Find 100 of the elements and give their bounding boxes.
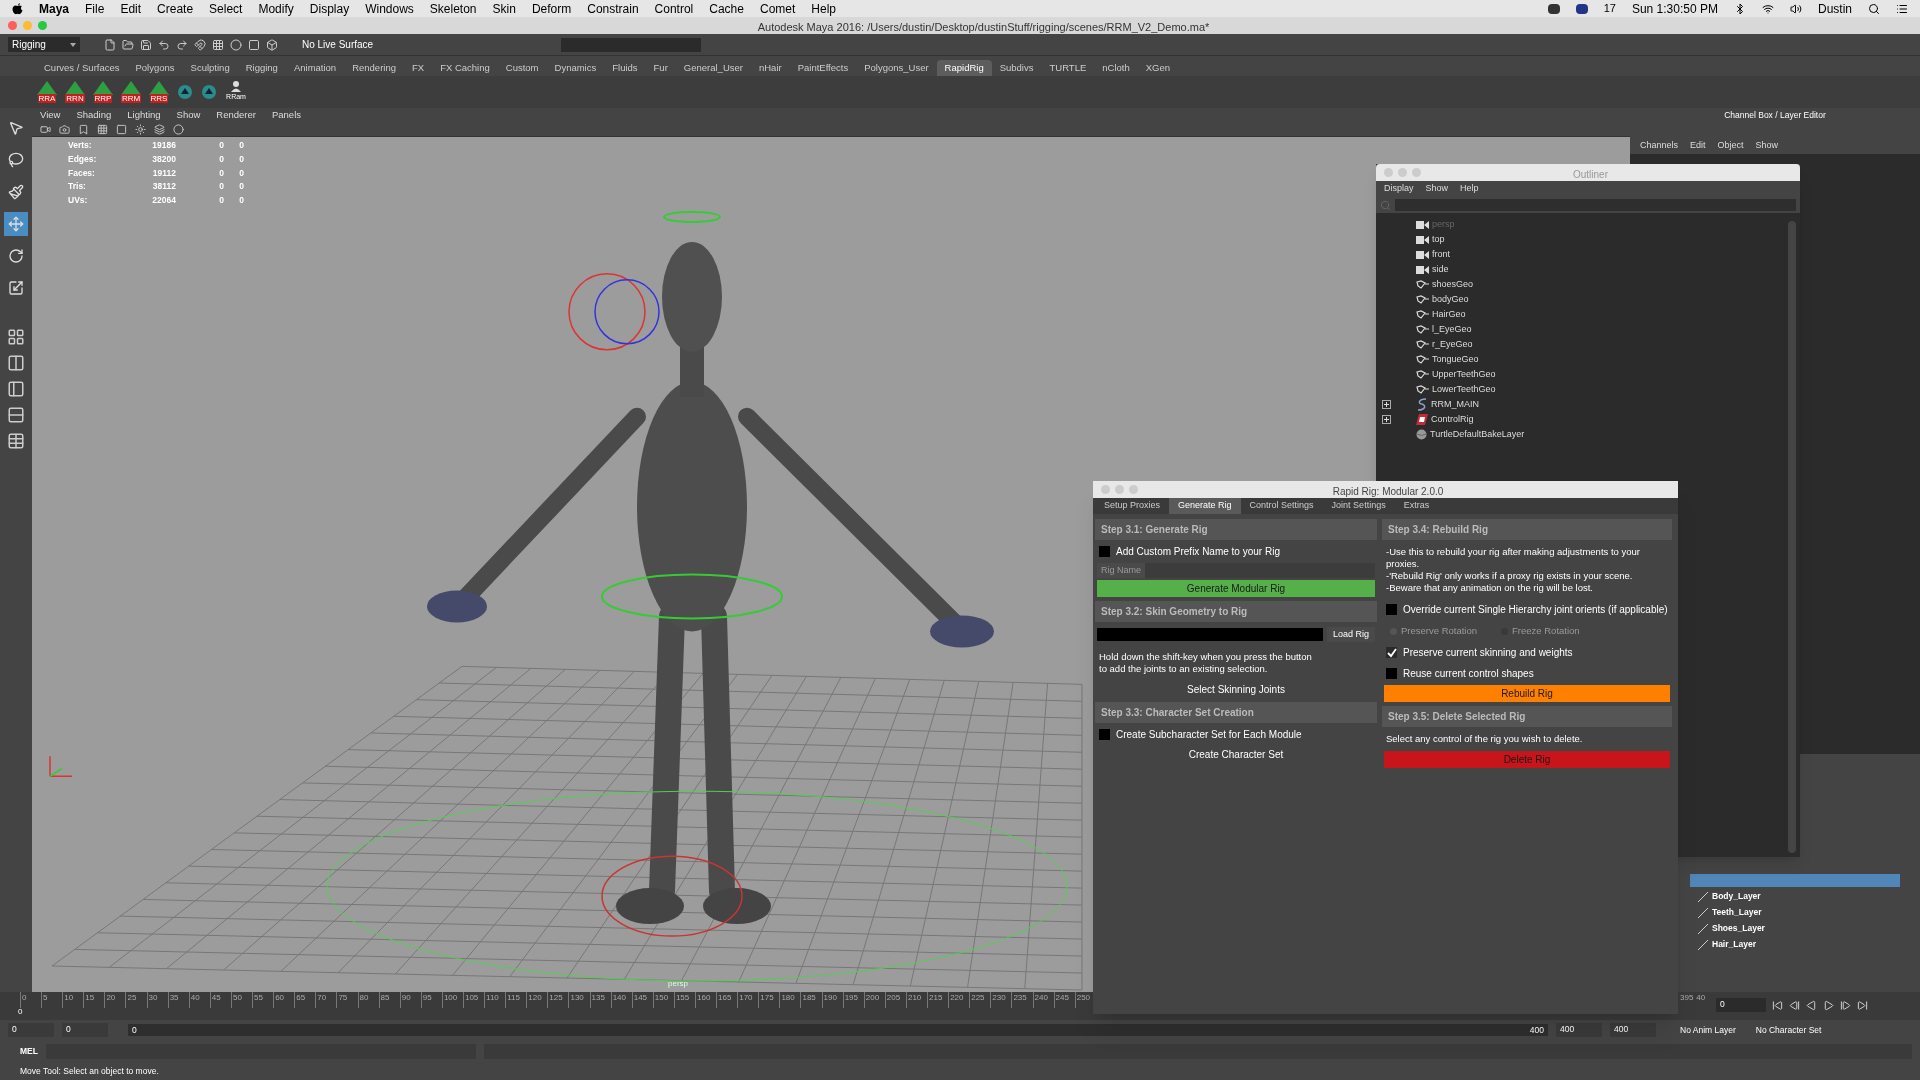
menu-item[interactable]: Skeleton [429, 0, 477, 18]
menu-item[interactable]: Select [209, 0, 243, 18]
panel-menu-item[interactable]: View [40, 107, 61, 123]
shelf-tab[interactable]: Polygons [127, 60, 183, 76]
playback-start-field[interactable]: 0 [62, 1023, 108, 1037]
bookmark-icon[interactable] [78, 123, 89, 135]
menu-item[interactable]: Create [157, 0, 194, 18]
shelf-tab[interactable]: nCloth [1094, 60, 1138, 76]
panel-menu-item[interactable]: Show [176, 107, 201, 123]
panel-menu-item[interactable]: Lighting [127, 107, 161, 123]
shelf-tab[interactable]: RapidRig [936, 60, 992, 76]
circle-icon[interactable] [230, 38, 242, 51]
app-menu[interactable]: Maya [39, 0, 70, 18]
current-frame-field[interactable]: 0 [1716, 998, 1766, 1012]
user-name[interactable]: Dustin [1818, 0, 1852, 18]
input-field[interactable] [561, 37, 702, 52]
panel-menu-item[interactable]: Channels [1640, 139, 1679, 153]
square-icon[interactable] [116, 123, 127, 135]
undo-icon[interactable] [158, 38, 170, 51]
step-back-icon[interactable] [1789, 999, 1800, 1011]
clock-text[interactable]: Sun 1:30:50 PM [1631, 0, 1718, 18]
shelf-tab[interactable]: Subdivs [991, 60, 1042, 76]
expand-icon[interactable] [1381, 415, 1391, 424]
shelf-tab[interactable]: Fluids [604, 60, 646, 76]
tab[interactable]: Extras [1394, 498, 1439, 514]
wifi-icon[interactable] [1762, 2, 1774, 15]
menu-item[interactable]: Display [309, 0, 350, 18]
menu-item[interactable]: File [85, 0, 105, 18]
outliner-item[interactable]: TurtleDefaultBakeLayer [1430, 427, 1525, 442]
outliner-item[interactable]: RRM_MAIN [1431, 397, 1479, 412]
outliner-item[interactable]: l_EyeGeo [1432, 322, 1472, 337]
grid-icon[interactable] [97, 123, 108, 135]
outliner-item[interactable]: bodyGeo [1432, 292, 1469, 307]
layer-row[interactable]: Shoes_Layer [1690, 922, 1900, 935]
shelf-tab[interactable]: Polygons_User [856, 60, 937, 76]
two-columns-icon[interactable] [7, 354, 25, 372]
step-forward-icon[interactable] [1840, 999, 1851, 1011]
play-reverse-icon[interactable] [1806, 999, 1817, 1011]
shelf-tool-icon[interactable] [200, 83, 218, 101]
outliner-item[interactable]: ControlRig [1431, 412, 1474, 427]
panel-menu-item[interactable]: Renderer [216, 107, 256, 123]
tab[interactable]: Generate Rig [1169, 498, 1241, 514]
shelf-tab[interactable]: Sculpting [182, 60, 238, 76]
outliner-item[interactable]: UpperTeethGeo [1432, 367, 1496, 382]
volume-icon[interactable] [1790, 2, 1802, 15]
outliner-item[interactable]: shoesGeo [1432, 277, 1474, 292]
camera-icon[interactable] [40, 123, 51, 135]
anim-layer-dropdown[interactable]: No Anim Layer [1680, 1023, 1736, 1037]
panel-menu-item[interactable]: Shading [76, 107, 112, 123]
table-layout-icon[interactable] [7, 432, 25, 450]
menu-item[interactable]: Help [811, 0, 836, 18]
shelf-tab[interactable]: FX Caching [432, 60, 498, 76]
outliner-item[interactable]: TongueGeo [1432, 352, 1479, 367]
redo-icon[interactable] [176, 38, 188, 51]
layer-row[interactable]: Body_Layer [1690, 890, 1900, 903]
status-badge[interactable]: 17 [1603, 0, 1616, 17]
load-rig-button[interactable]: Load Rig [1326, 627, 1375, 642]
outliner-item[interactable]: side [1432, 262, 1449, 277]
checkbox[interactable] [1386, 668, 1397, 680]
panel-layout-icon[interactable] [7, 380, 25, 398]
menu-item[interactable]: Edit [120, 0, 142, 18]
two-rows-icon[interactable] [7, 406, 25, 424]
tab[interactable]: Setup Proxies [1095, 498, 1170, 514]
outliner-item[interactable]: HairGeo [1432, 307, 1466, 322]
menu-item[interactable]: Show [1425, 182, 1449, 196]
menu-item[interactable]: Windows [365, 0, 414, 18]
shelf-tab[interactable]: XGen [1137, 60, 1179, 76]
shelf-tab[interactable]: Curves / Surfaces [36, 60, 128, 76]
layout-grid-icon[interactable] [7, 328, 25, 346]
move-icon[interactable] [4, 212, 28, 236]
menu-set-dropdown[interactable]: Rigging [8, 37, 80, 52]
panel-menu-item[interactable]: Show [1755, 139, 1779, 153]
panel-menu-item[interactable]: Object [1717, 139, 1744, 153]
shelf-tab[interactable]: nHair [750, 60, 790, 76]
rig-button[interactable]: Generate Modular Rig [1097, 580, 1375, 597]
menu-item[interactable]: Help [1460, 182, 1479, 196]
checkbox[interactable] [1386, 604, 1397, 615]
rig-input-field[interactable] [1097, 628, 1323, 641]
light-icon[interactable] [135, 123, 146, 135]
camera-icon[interactable] [59, 123, 70, 135]
rig-button[interactable]: Rebuild Rig [1384, 685, 1670, 703]
shelf-tab[interactable]: Rigging [237, 60, 286, 76]
layer-row[interactable]: Teeth_Layer [1690, 906, 1900, 919]
command-language-label[interactable]: MEL [8, 1044, 38, 1058]
shelf-tab[interactable]: Dynamics [546, 60, 605, 76]
shelf-tab[interactable]: Animation [285, 60, 345, 76]
folder-icon[interactable] [122, 38, 134, 51]
live-surface-label[interactable]: No Live Surface [302, 37, 374, 52]
panel-menu-item[interactable]: Panels [271, 107, 301, 123]
outliner-item[interactable]: LowerTeethGeo [1432, 382, 1496, 397]
start-time-field[interactable]: 0 [8, 1023, 54, 1037]
menu-item[interactable]: Control [654, 0, 694, 18]
menu-item[interactable]: Skin [492, 0, 516, 18]
search-icon[interactable] [1868, 2, 1880, 15]
save-icon[interactable] [140, 38, 152, 51]
outliner-item[interactable]: r_EyeGeo [1432, 337, 1473, 352]
bluetooth-icon[interactable] [1734, 2, 1746, 15]
menu-item[interactable]: Display [1384, 182, 1414, 196]
menu-item[interactable]: Comet [759, 0, 796, 18]
file-icon[interactable] [104, 38, 116, 51]
